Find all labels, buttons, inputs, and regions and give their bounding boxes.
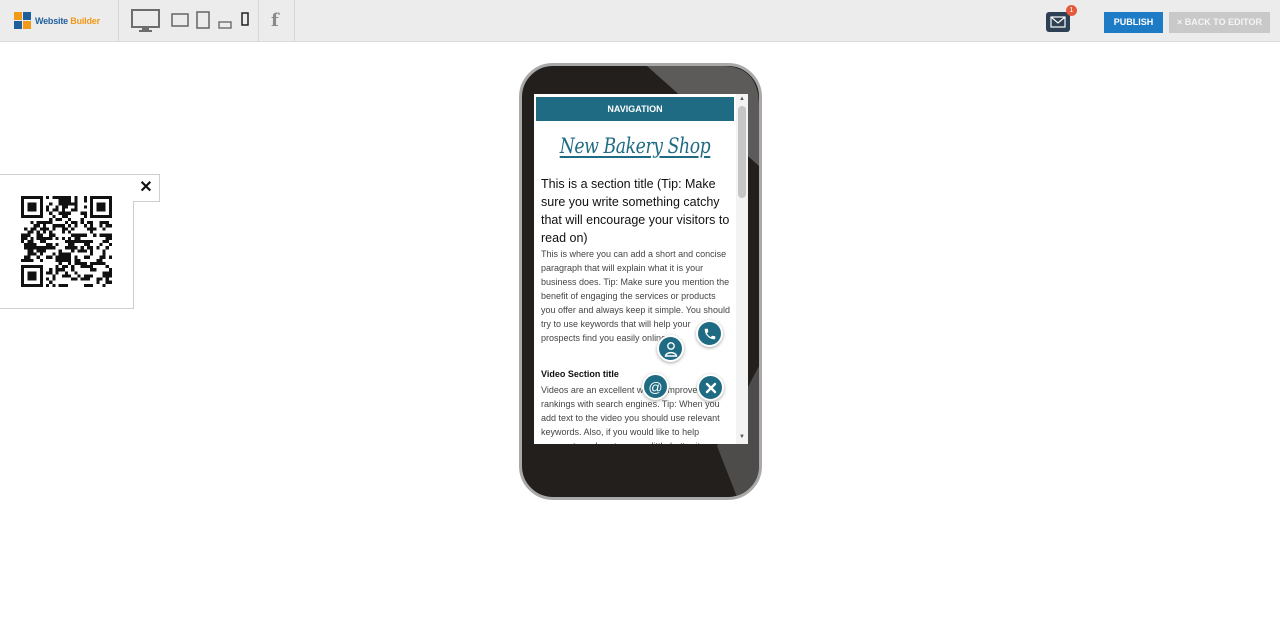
phone-landscape-icon[interactable]	[218, 16, 232, 34]
toolbar-divider	[118, 0, 119, 42]
back-to-editor-button[interactable]: × BACK TO EDITOR	[1169, 12, 1270, 33]
notification-badge: 1	[1066, 5, 1077, 16]
email-at-icon: @	[648, 378, 663, 395]
tablet-landscape-icon[interactable]	[171, 13, 189, 32]
website-builder-logo[interactable]: Website Builder	[14, 11, 100, 31]
contact-button[interactable]	[657, 335, 684, 362]
phone-icon	[704, 328, 715, 339]
section-title: This is a section title (Tip: Make sure …	[541, 177, 730, 245]
mail-icon	[1050, 16, 1066, 28]
scroll-down-icon[interactable]: ▼	[738, 434, 746, 440]
tablet-portrait-icon[interactable]	[196, 11, 210, 34]
logo-text: Website Builder	[35, 16, 100, 26]
top-toolbar: Website Builder f 1 PUBLISH × BACK TO ED…	[0, 0, 1280, 42]
qr-code-panel	[0, 174, 134, 309]
scroll-up-icon[interactable]: ▲	[738, 96, 746, 102]
close-fab-button[interactable]	[697, 374, 724, 401]
contact-person-icon	[664, 341, 677, 357]
toolbar-divider	[258, 0, 259, 42]
site-title: New Bakery Shop	[559, 134, 711, 158]
phone-portrait-icon[interactable]	[241, 12, 249, 31]
facebook-icon[interactable]: f	[271, 10, 279, 31]
qr-close-button[interactable]: ✕	[133, 174, 160, 202]
logo-icon	[14, 12, 32, 30]
call-button[interactable]	[696, 320, 723, 347]
logo-text-main: Website	[35, 16, 68, 26]
logo-text-accent: Builder	[70, 16, 100, 26]
close-icon: ✕	[139, 179, 153, 196]
messages-button[interactable]	[1046, 12, 1070, 32]
navigation-bar[interactable]: NAVIGATION	[536, 97, 734, 121]
email-button[interactable]: @	[642, 373, 669, 400]
publish-button[interactable]: PUBLISH	[1104, 12, 1163, 33]
close-icon	[705, 382, 716, 393]
scrollbar-thumb[interactable]	[738, 106, 746, 198]
qr-code	[21, 196, 112, 287]
toolbar-divider	[294, 0, 295, 42]
desktop-icon[interactable]	[131, 9, 160, 38]
